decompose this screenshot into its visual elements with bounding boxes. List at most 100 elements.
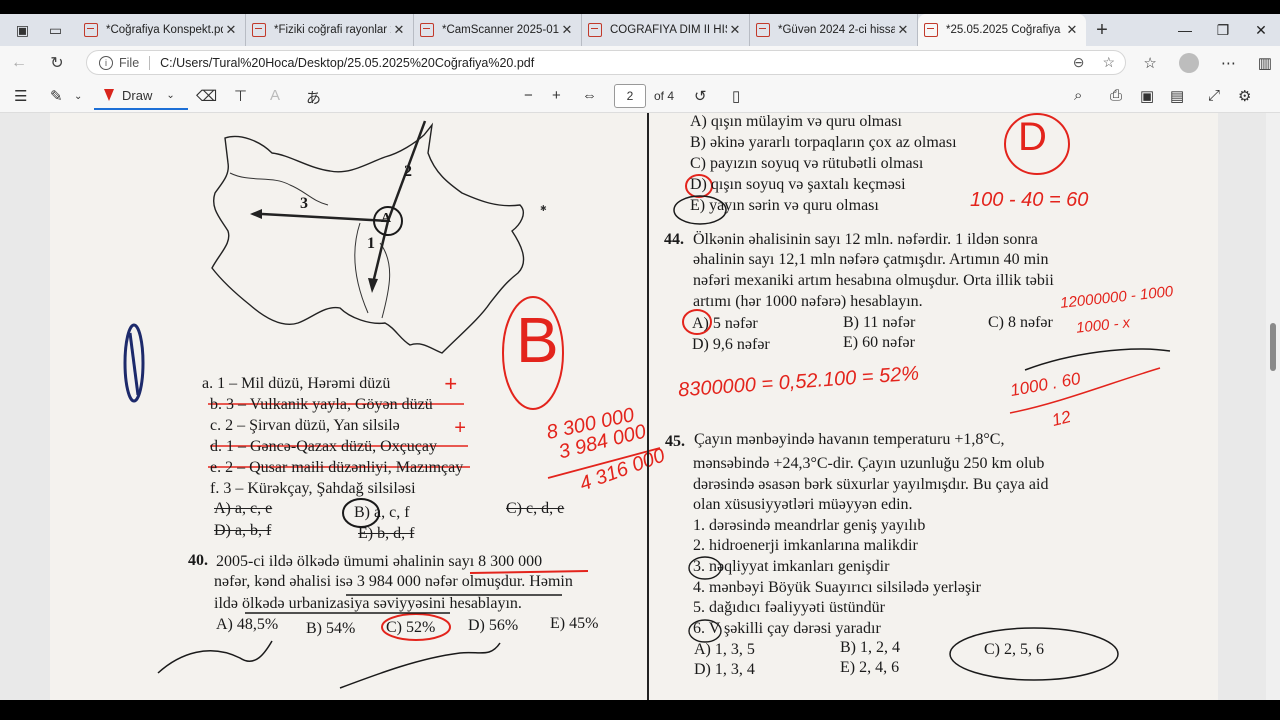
q45-line1: Çayın mənbəyində havanın temperaturu +1,… bbox=[694, 431, 1005, 448]
chevron-down-icon[interactable]: ⌄ bbox=[166, 90, 174, 101]
vertical-scrollbar[interactable] bbox=[1266, 113, 1280, 700]
refresh-icon[interactable]: ↻ bbox=[38, 53, 76, 73]
restore-icon[interactable]: ❐ bbox=[1204, 14, 1242, 46]
chevron-down-icon[interactable]: ⌄ bbox=[74, 91, 82, 102]
favorite-star-icon[interactable]: ☆ bbox=[1102, 54, 1115, 71]
url-field[interactable]: i File C:/Users/Tural%20Hoca/Desktop/25.… bbox=[86, 50, 1126, 75]
tab-title: *Güvən 2024 2-ci hissa.pdf bbox=[778, 24, 895, 36]
tab-bar: ▣ ▭ *Coğrafiya Konspekt.pdf ✕ *Fiziki coğ… bbox=[0, 14, 1280, 46]
sidebar-icon[interactable]: ▥ bbox=[1258, 54, 1272, 72]
q44-line2: əhalinin sayı 12,1 mln nəfərə çatmışdır.… bbox=[693, 251, 1049, 268]
tab-title: *Coğrafiya Konspekt.pdf bbox=[106, 24, 223, 36]
tab-1[interactable]: *Fiziki coğrafi rayonlar xəri✕ bbox=[246, 14, 414, 46]
calc-right-top: 100 - 40 = 60 bbox=[970, 189, 1089, 211]
zoom-in-icon[interactable]: + bbox=[552, 87, 561, 104]
tab-2[interactable]: *CamScanner 2025-01-30✕ bbox=[414, 14, 582, 46]
scheme-label: File bbox=[119, 55, 140, 70]
rotate-icon[interactable]: ↺ bbox=[694, 87, 707, 105]
zoom-icon[interactable]: ⊖ bbox=[1073, 54, 1085, 71]
close-tab-icon[interactable]: ✕ bbox=[391, 22, 407, 38]
address-bar: ← ↻ i File C:/Users/Tural%20Hoca/Desktop… bbox=[0, 46, 1280, 79]
q39-option-b: B) a, c, f bbox=[354, 504, 410, 521]
settings-gear-icon[interactable]: ⚙ bbox=[1238, 87, 1251, 105]
tab-actions: ▣ ▭ bbox=[0, 14, 78, 46]
map-label-a: A bbox=[381, 211, 392, 226]
pdf-icon bbox=[252, 23, 266, 37]
search-icon[interactable]: ⌕ bbox=[1074, 87, 1082, 104]
url-text: C:/Users/Tural%20Hoca/Desktop/25.05.2025… bbox=[160, 55, 535, 70]
close-window-icon[interactable]: ✕ bbox=[1242, 14, 1280, 46]
close-tab-icon[interactable]: ✕ bbox=[895, 22, 911, 38]
column-divider bbox=[647, 113, 649, 700]
fullscreen-icon[interactable]: ⤢ bbox=[1208, 87, 1220, 104]
q40-line2: nəfər, kənd əhalisi isə 3 984 000 nəfər … bbox=[214, 573, 573, 590]
window-controls: — ❐ ✕ bbox=[1166, 14, 1280, 46]
total-pages: of 4 bbox=[654, 89, 675, 103]
tab-0[interactable]: *Coğrafiya Konspekt.pdf ✕ bbox=[78, 14, 246, 46]
text-box-icon[interactable]: ⊤ bbox=[234, 87, 247, 105]
page-number-input[interactable]: 2 bbox=[614, 84, 646, 108]
pen-icon bbox=[104, 89, 114, 101]
q44-option-a: A) 5 nəfər bbox=[692, 315, 758, 332]
favorites-icon[interactable]: ☆ bbox=[1143, 54, 1156, 72]
highlight-icon[interactable]: ✎ bbox=[50, 87, 63, 105]
tab-4[interactable]: *Güvən 2024 2-ci hissa.pdf✕ bbox=[750, 14, 918, 46]
scrollbar-thumb[interactable] bbox=[1270, 323, 1276, 371]
close-tab-icon[interactable]: ✕ bbox=[223, 22, 239, 38]
q39-option-a: A) a, c, e bbox=[214, 500, 273, 517]
new-tab-button[interactable]: + bbox=[1086, 14, 1118, 46]
q40-number: 40. bbox=[188, 552, 208, 569]
handwritten-answer-b: B bbox=[516, 304, 559, 376]
q39-option-c: C) c, d, e bbox=[506, 500, 565, 517]
avatar[interactable] bbox=[1178, 52, 1199, 73]
q43-option-d: D) qışın soyuq və şaxtalı keçməsi bbox=[690, 176, 906, 193]
tab-title: *Fiziki coğrafi rayonlar xəri bbox=[274, 24, 391, 36]
q43-option-c: C) payızın soyuq və rütubətli olması bbox=[690, 155, 924, 172]
q44-option-e: E) 60 nəfər bbox=[843, 334, 915, 351]
close-tab-icon[interactable]: ✕ bbox=[559, 22, 575, 38]
close-tab-icon[interactable]: ✕ bbox=[1064, 22, 1080, 38]
minimize-icon[interactable]: — bbox=[1166, 14, 1204, 46]
page-view-icon[interactable]: ▯ bbox=[732, 87, 740, 105]
pdf-viewer[interactable]: ✱ 2 3 1 A a. 1 – Mil düzü, Hərəmi düzü b… bbox=[0, 113, 1280, 700]
pdf-icon bbox=[924, 23, 938, 37]
zoom-out-icon[interactable]: − bbox=[524, 87, 533, 104]
pdf-icon bbox=[756, 23, 770, 37]
print-icon[interactable]: ⎙ bbox=[1110, 87, 1122, 104]
q45-item-4: 4. mənbəyi Böyük Suayırıcı silsilədə yer… bbox=[693, 579, 981, 596]
save-icon[interactable]: ▣ bbox=[1140, 87, 1154, 105]
draw-button[interactable]: Draw ⌄ bbox=[94, 82, 188, 110]
close-tab-icon[interactable]: ✕ bbox=[727, 22, 743, 38]
back-icon[interactable]: ← bbox=[0, 54, 38, 72]
eraser-icon[interactable]: ⌫ bbox=[196, 87, 217, 105]
q45-option-b: B) 1, 2, 4 bbox=[840, 639, 900, 656]
pdf-icon bbox=[588, 23, 602, 37]
translate-icon[interactable]: あ bbox=[306, 87, 321, 108]
read-aloud-icon[interactable]: A bbox=[270, 87, 280, 104]
q44-line4: artımı (hər 1000 nəfərə) hesablayın. bbox=[693, 293, 923, 310]
q45-option-a: A) 1, 3, 5 bbox=[694, 641, 755, 658]
more-menu-icon[interactable]: ⋯ bbox=[1221, 54, 1236, 72]
list-item-a: a. 1 – Mil düzü, Hərəmi düzü bbox=[202, 375, 391, 392]
contents-icon[interactable]: ☰ bbox=[14, 87, 27, 105]
q44-option-b: B) 11 nəfər bbox=[843, 314, 916, 331]
info-icon[interactable]: i bbox=[99, 55, 113, 70]
handwritten-answer-d: D bbox=[1018, 115, 1047, 159]
q44-number: 44. bbox=[664, 231, 684, 248]
save-as-icon[interactable]: ▤ bbox=[1170, 87, 1184, 105]
fit-width-icon[interactable]: ⇔ bbox=[582, 87, 597, 104]
pdf-icon bbox=[420, 23, 434, 37]
tab-3[interactable]: COĞRAFİYA DİM II HİSSƏ 2✕ bbox=[582, 14, 750, 46]
q43-option-a: A) qışın mülayim və quru olması bbox=[690, 113, 902, 130]
tab-5-active[interactable]: *25.05.2025 Coğrafiya .pdf✕ bbox=[918, 14, 1086, 46]
list-item-f: f. 3 – Kürəkçay, Şahdağ silsiləsi bbox=[210, 480, 416, 497]
tab-actions-icon[interactable]: ▭ bbox=[49, 22, 62, 39]
tab-title: *CamScanner 2025-01-30 bbox=[442, 24, 559, 36]
map-label-3: 3 bbox=[300, 195, 308, 212]
q40-option-a: A) 48,5% bbox=[216, 616, 279, 633]
q39-option-d: D) a, b, f bbox=[214, 522, 272, 539]
q44-line3: nəfəri mexaniki artım hesabına olmuşdur.… bbox=[693, 272, 1054, 289]
q45-item-6: 6. V şəkilli çay dərəsi yaradır bbox=[693, 620, 881, 637]
workspaces-icon[interactable]: ▣ bbox=[16, 22, 29, 39]
q45-line3: dərəsində əsasən bərk süxurlar yayılmışd… bbox=[693, 476, 1049, 493]
